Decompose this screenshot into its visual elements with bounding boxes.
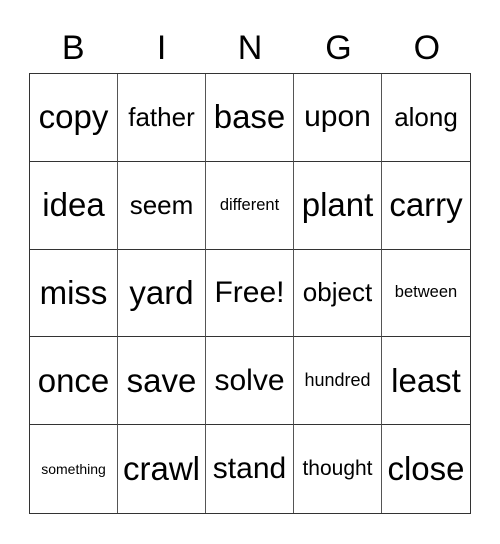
bingo-cell[interactable]: upon (294, 74, 382, 162)
bingo-cell[interactable]: object (294, 249, 382, 338)
header-letter-n: N (237, 29, 263, 67)
bingo-cell[interactable]: yard (118, 249, 206, 338)
header-letter-i: I (156, 29, 167, 67)
header-letter-o: O (413, 29, 441, 67)
bingo-cell[interactable]: once (30, 337, 118, 426)
bingo-cell[interactable]: seem (118, 161, 206, 250)
header-letter-g: G (325, 29, 352, 67)
bingo-cell[interactable]: crawl (118, 425, 206, 513)
bingo-cell[interactable]: close (382, 425, 470, 513)
bingo-cell[interactable]: carry (382, 162, 470, 250)
bingo-cell[interactable]: along (382, 74, 470, 162)
bingo-cell[interactable]: different (206, 161, 294, 250)
bingo-cell[interactable]: stand (206, 425, 294, 513)
bingo-cell[interactable]: least (382, 337, 470, 426)
bingo-header: B I N G O (29, 24, 471, 72)
bingo-cell[interactable]: copy (30, 74, 118, 162)
header-letter-b: B (61, 29, 85, 67)
bingo-cell[interactable]: plant (294, 161, 382, 250)
bingo-cell[interactable]: idea (30, 161, 118, 250)
bingo-cell[interactable]: thought (294, 425, 382, 513)
free-space-cell[interactable]: Free! (206, 249, 294, 338)
bingo-cell[interactable]: hundred (294, 337, 382, 426)
bingo-cell[interactable]: between (382, 250, 470, 338)
bingo-cell[interactable]: miss (30, 249, 118, 338)
bingo-cell[interactable]: base (206, 74, 294, 162)
bingo-cell[interactable]: something (30, 425, 118, 513)
bingo-grid: copy father base upon along idea seem di… (29, 73, 471, 514)
bingo-cell[interactable]: save (118, 337, 206, 426)
bingo-cell[interactable]: solve (206, 337, 294, 426)
bingo-cell[interactable]: father (118, 74, 206, 162)
